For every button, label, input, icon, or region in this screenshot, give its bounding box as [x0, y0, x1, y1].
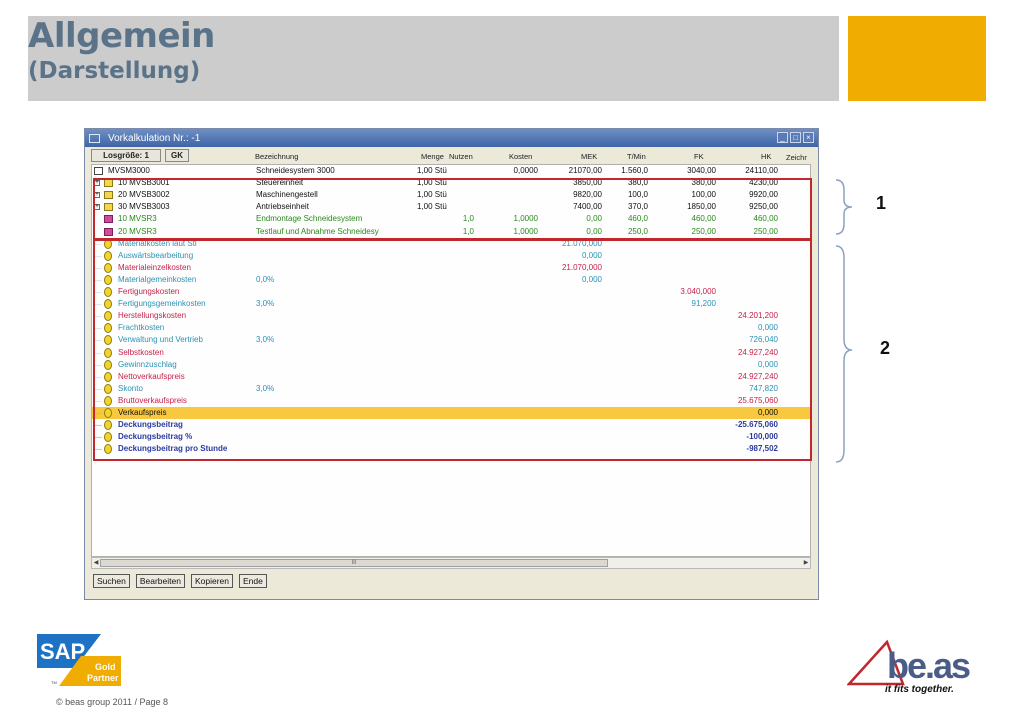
- hk-value: 24110,00: [745, 166, 778, 175]
- col-mek[interactable]: MEK: [581, 152, 597, 161]
- col-fk[interactable]: FK: [694, 152, 704, 161]
- column-header-bar: Losgröße: 1 GK Bezeichnung Menge Nutzen …: [91, 149, 816, 163]
- col-zeichnung[interactable]: Zeichr: [786, 153, 807, 162]
- window-icon: [89, 133, 100, 143]
- horizontal-scrollbar[interactable]: ◀ III ▶: [91, 557, 811, 569]
- sap-tm: TM: [51, 680, 57, 685]
- structure-row[interactable]: MVSM3000 Schneidesystem 3000 1,00 Stü 0,000…: [92, 165, 810, 177]
- col-kosten[interactable]: Kosten: [509, 152, 532, 161]
- cost: 0,0000: [513, 166, 538, 175]
- col-bezeichnung[interactable]: Bezeichnung: [255, 152, 298, 161]
- brace-2-icon: [835, 245, 853, 463]
- item-description: Schneidesystem 3000: [256, 166, 335, 175]
- accent-box: [848, 16, 986, 101]
- calculation-window: Vorkalkulation Nr.: -1 _ □ × Losgröße: 1…: [84, 128, 819, 600]
- gk-button[interactable]: GK: [165, 149, 189, 162]
- beas-logo-text: be.as: [887, 645, 970, 686]
- beas-logo: be.as it fits together.: [847, 639, 972, 695]
- beas-tagline: it fits together.: [885, 684, 954, 695]
- slide-subtitle: (Darstellung): [28, 58, 201, 84]
- col-hk[interactable]: HK: [761, 152, 771, 161]
- col-nutzen[interactable]: Nutzen: [449, 152, 473, 161]
- bom-document-icon: [94, 167, 103, 175]
- highlight-box-structure: [93, 178, 812, 240]
- edit-button[interactable]: Bearbeiten: [135, 574, 185, 588]
- sap-badge-line2: Partner: [87, 673, 119, 683]
- brace-1-icon: [835, 179, 853, 235]
- search-button[interactable]: Suchen: [93, 574, 130, 588]
- scroll-left-icon[interactable]: ◀: [92, 558, 100, 568]
- slide-title: Allgemein: [28, 16, 215, 56]
- window-title: Vorkalkulation Nr.: -1: [108, 132, 201, 144]
- col-tmin[interactable]: T/Min: [627, 152, 646, 161]
- sap-gold-partner-logo: SAP Gold Partner TM: [37, 634, 121, 686]
- fk-value: 3040,00: [687, 166, 716, 175]
- end-button[interactable]: Ende: [239, 574, 267, 588]
- item-code: MVSM3000: [108, 166, 150, 175]
- tmin-value: 1.560,0: [621, 166, 648, 175]
- window-titlebar[interactable]: Vorkalkulation Nr.: -1 _ □ ×: [85, 129, 818, 147]
- sap-badge-line1: Gold: [95, 662, 116, 672]
- col-menge[interactable]: Menge: [421, 152, 444, 161]
- copy-button[interactable]: Kopieren: [190, 574, 233, 588]
- callout-1: 1: [876, 193, 887, 213]
- window-button-bar: Suchen Bearbeiten Kopieren Ende: [93, 574, 267, 588]
- quantity: 1,00 Stü: [417, 166, 447, 175]
- mek-value: 21070,00: [568, 166, 602, 175]
- callout-2: 2: [880, 338, 891, 358]
- maximize-icon[interactable]: □: [790, 132, 801, 143]
- scroll-right-icon[interactable]: ▶: [802, 558, 810, 568]
- slide: Allgemein (Darstellung) Vorkalkulation N…: [0, 0, 1024, 709]
- close-icon[interactable]: ×: [803, 132, 814, 143]
- lot-size-button[interactable]: Losgröße: 1: [91, 149, 161, 162]
- footer: © beas group 2011 / Page 8: [56, 697, 169, 707]
- minimize-icon[interactable]: _: [777, 132, 788, 143]
- scroll-thumb[interactable]: III: [100, 559, 608, 567]
- highlight-box-costs: [93, 239, 812, 461]
